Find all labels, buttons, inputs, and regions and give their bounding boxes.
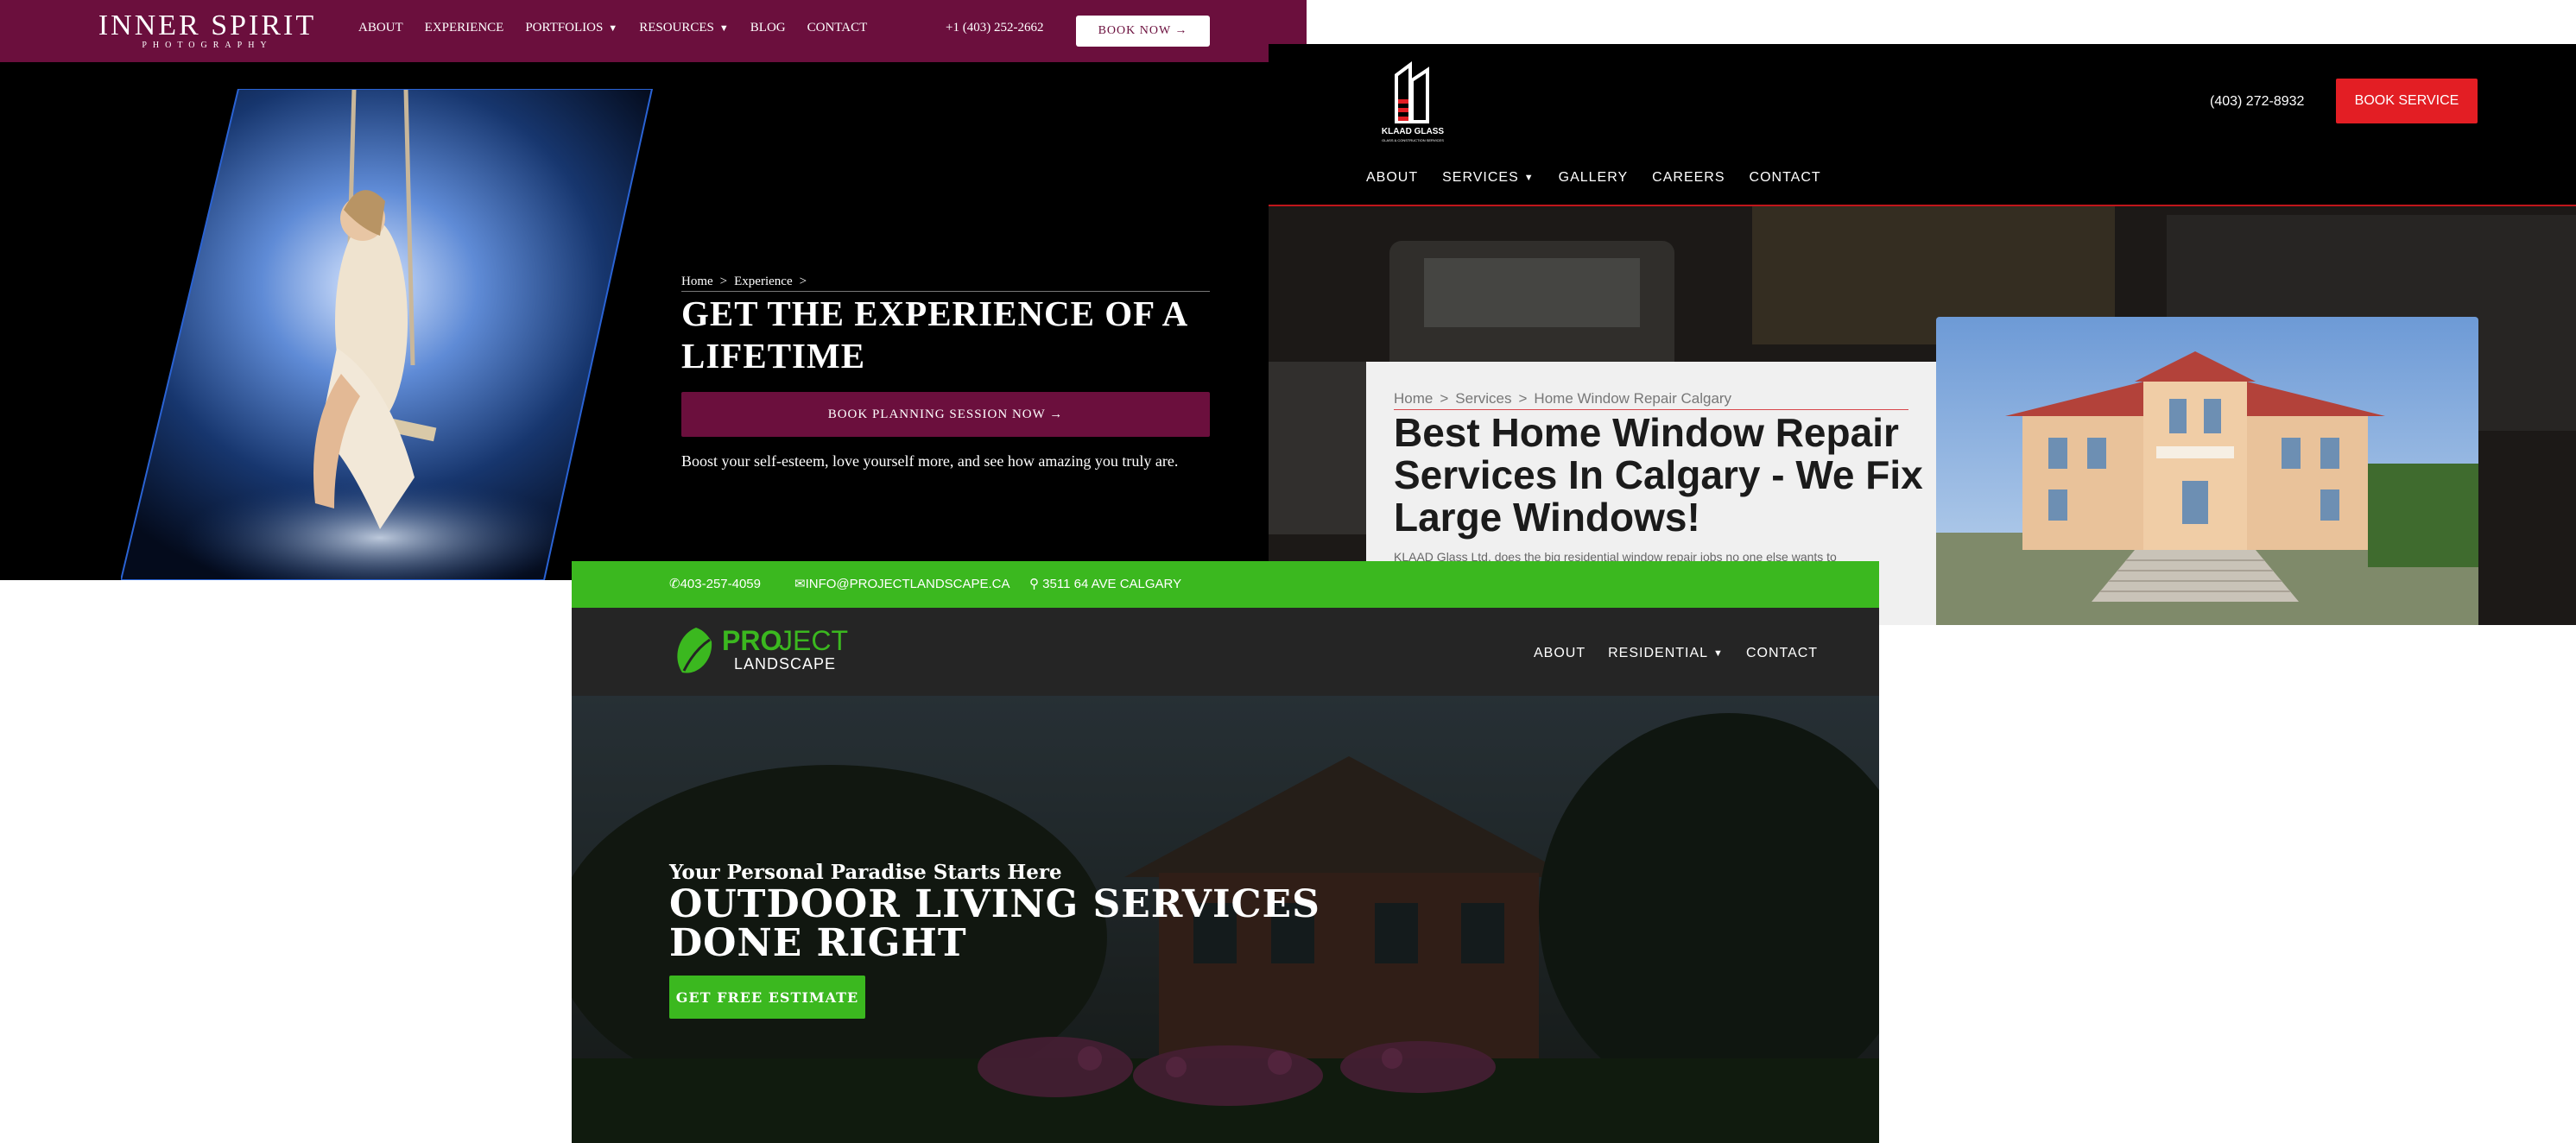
logo-tagline: PHOTOGRAPHY — [142, 41, 273, 50]
breadcrumb-separator: > — [799, 275, 807, 288]
logo-tagline: GLASS & CONSTRUCTION SERVICES — [1382, 138, 1444, 142]
hero-section: Your Personal Paradise Starts Here OUTDO… — [572, 696, 1879, 1143]
breadcrumb-separator: > — [719, 275, 728, 288]
logo-pro: PRO — [722, 625, 782, 656]
nav-contact[interactable]: CONTACT — [1750, 170, 1821, 186]
topbar-phone-text: 403-257-4059 — [680, 577, 761, 591]
topbar-email-text: INFO@PROJECTLANDSCAPE.CA — [805, 577, 1010, 591]
logo-wordmark: INNER SPIRIT — [98, 9, 317, 41]
contact-topbar: ✆403-257-4059 ✉INFO@PROJECTLANDSCAPE.CA … — [572, 561, 1879, 608]
book-service-button[interactable]: BOOK SERVICE — [2336, 79, 2478, 123]
page-title: OUTDOOR LIVING SERVICES DONE RIGHT — [669, 882, 1320, 965]
breadcrumb-separator: > — [1440, 390, 1449, 407]
nav-blog[interactable]: BLOG — [750, 21, 786, 35]
house-photo — [1936, 317, 2478, 625]
breadcrumb-current: Home Window Repair Calgary — [1534, 390, 1732, 407]
project-landscape-menu: ABOUT RESIDENTIAL ▼ CONTACT — [1534, 646, 1818, 661]
caret-down-icon: ▼ — [1713, 647, 1724, 659]
envelope-icon: ✉ — [794, 577, 806, 591]
inner-spirit-menu: ABOUT EXPERIENCE PORTFOLIOS ▼ RESOURCES ▼ … — [358, 21, 867, 35]
book-now-button[interactable]: BOOK NOW → — [1076, 16, 1210, 47]
nav-about[interactable]: ABOUT — [358, 21, 403, 35]
klaad-menu: ABOUT SERVICES ▼ GALLERY CAREERS CONTACT — [1366, 170, 1821, 186]
klaad-glass-logo[interactable]: KLAAD GLASS GLASS & CONSTRUCTION SERVICE… — [1365, 54, 1460, 149]
phone-link[interactable]: (403) 272-8932 — [2210, 94, 2304, 110]
nav-experience[interactable]: EXPERIENCE — [425, 21, 504, 35]
nav-contact[interactable]: CONTACT — [807, 21, 868, 35]
nav-services-label: SERVICES — [1442, 170, 1519, 185]
project-landscape-screenshot: ✆403-257-4059 ✉INFO@PROJECTLANDSCAPE.CA … — [572, 561, 1879, 1143]
hero-photo — [121, 89, 654, 580]
inner-spirit-navbar: INNER SPIRIT PHOTOGRAPHY ABOUT EXPERIENC… — [0, 0, 1307, 62]
hero-description: Boost your self-esteem, love yourself mo… — [681, 452, 1179, 470]
nav-careers[interactable]: CAREERS — [1652, 170, 1725, 186]
nav-contact[interactable]: CONTACT — [1746, 646, 1818, 661]
get-free-estimate-button[interactable]: GET FREE ESTIMATE — [669, 976, 865, 1019]
nav-portfolios[interactable]: PORTFOLIOS ▼ — [525, 21, 617, 35]
project-landscape-header: PRO JECT LANDSCAPE ABOUT RESIDENTIAL ▼ CO… — [572, 608, 1879, 696]
nav-resources-label: RESOURCES — [639, 21, 714, 35]
phone-icon: ✆ — [669, 577, 680, 591]
nav-portfolios-label: PORTFOLIOS — [525, 21, 604, 35]
page-title: Best Home Window Repair Services In Calg… — [1394, 410, 1923, 540]
nav-gallery[interactable]: GALLERY — [1559, 170, 1629, 186]
breadcrumb-home[interactable]: Home — [681, 275, 713, 288]
logo-landscape: LANDSCAPE — [734, 655, 836, 673]
breadcrumb-services[interactable]: Services — [1455, 390, 1511, 407]
book-planning-session-button[interactable]: BOOK PLANNING SESSION NOW → — [681, 392, 1210, 437]
page-title: GET THE EXPERIENCE OF A LIFETIME — [681, 294, 1187, 376]
nav-residential[interactable]: RESIDENTIAL ▼ — [1608, 646, 1724, 661]
nav-about[interactable]: ABOUT — [1534, 646, 1585, 661]
nav-resources[interactable]: RESOURCES ▼ — [639, 21, 729, 35]
breadcrumb-separator: > — [1518, 390, 1528, 407]
topbar-address[interactable]: ⚲ 3511 64 AVE CALGARY — [1029, 576, 1181, 591]
caret-down-icon: ▼ — [718, 22, 729, 34]
klaad-glass-screenshot: KLAAD GLASS GLASS & CONSTRUCTION SERVICE… — [1269, 44, 2576, 625]
breadcrumb-experience[interactable]: Experience — [734, 275, 792, 288]
nav-residential-label: RESIDENTIAL — [1608, 646, 1709, 660]
caret-down-icon: ▼ — [1523, 172, 1535, 183]
project-landscape-logo[interactable]: PRO JECT LANDSCAPE — [672, 622, 853, 679]
map-pin-icon: ⚲ — [1029, 577, 1039, 591]
breadcrumb-home[interactable]: Home — [1394, 390, 1433, 407]
hero-subheadline: Your Personal Paradise Starts Here — [669, 861, 1062, 884]
caret-down-icon: ▼ — [608, 22, 618, 34]
nav-about[interactable]: ABOUT — [1366, 170, 1418, 186]
topbar-phone[interactable]: ✆403-257-4059 — [669, 576, 761, 591]
inner-spirit-screenshot: INNER SPIRIT PHOTOGRAPHY ABOUT EXPERIENC… — [0, 0, 1307, 580]
breadcrumb: Home > Services > Home Window Repair Calgary — [1394, 390, 1908, 410]
phone-link[interactable]: +1 (403) 252-2662 — [946, 21, 1043, 35]
topbar-email[interactable]: ✉INFO@PROJECTLANDSCAPE.CA — [794, 576, 1010, 591]
nav-services[interactable]: SERVICES ▼ — [1442, 170, 1535, 186]
inner-spirit-logo[interactable]: INNER SPIRIT PHOTOGRAPHY — [95, 10, 320, 50]
topbar-address-text: 3511 64 AVE CALGARY — [1042, 577, 1182, 591]
breadcrumb: Home > Experience > — [681, 275, 1210, 292]
logo-wordmark: KLAAD GLASS — [1382, 127, 1445, 136]
logo-ject: JECT — [779, 625, 848, 656]
